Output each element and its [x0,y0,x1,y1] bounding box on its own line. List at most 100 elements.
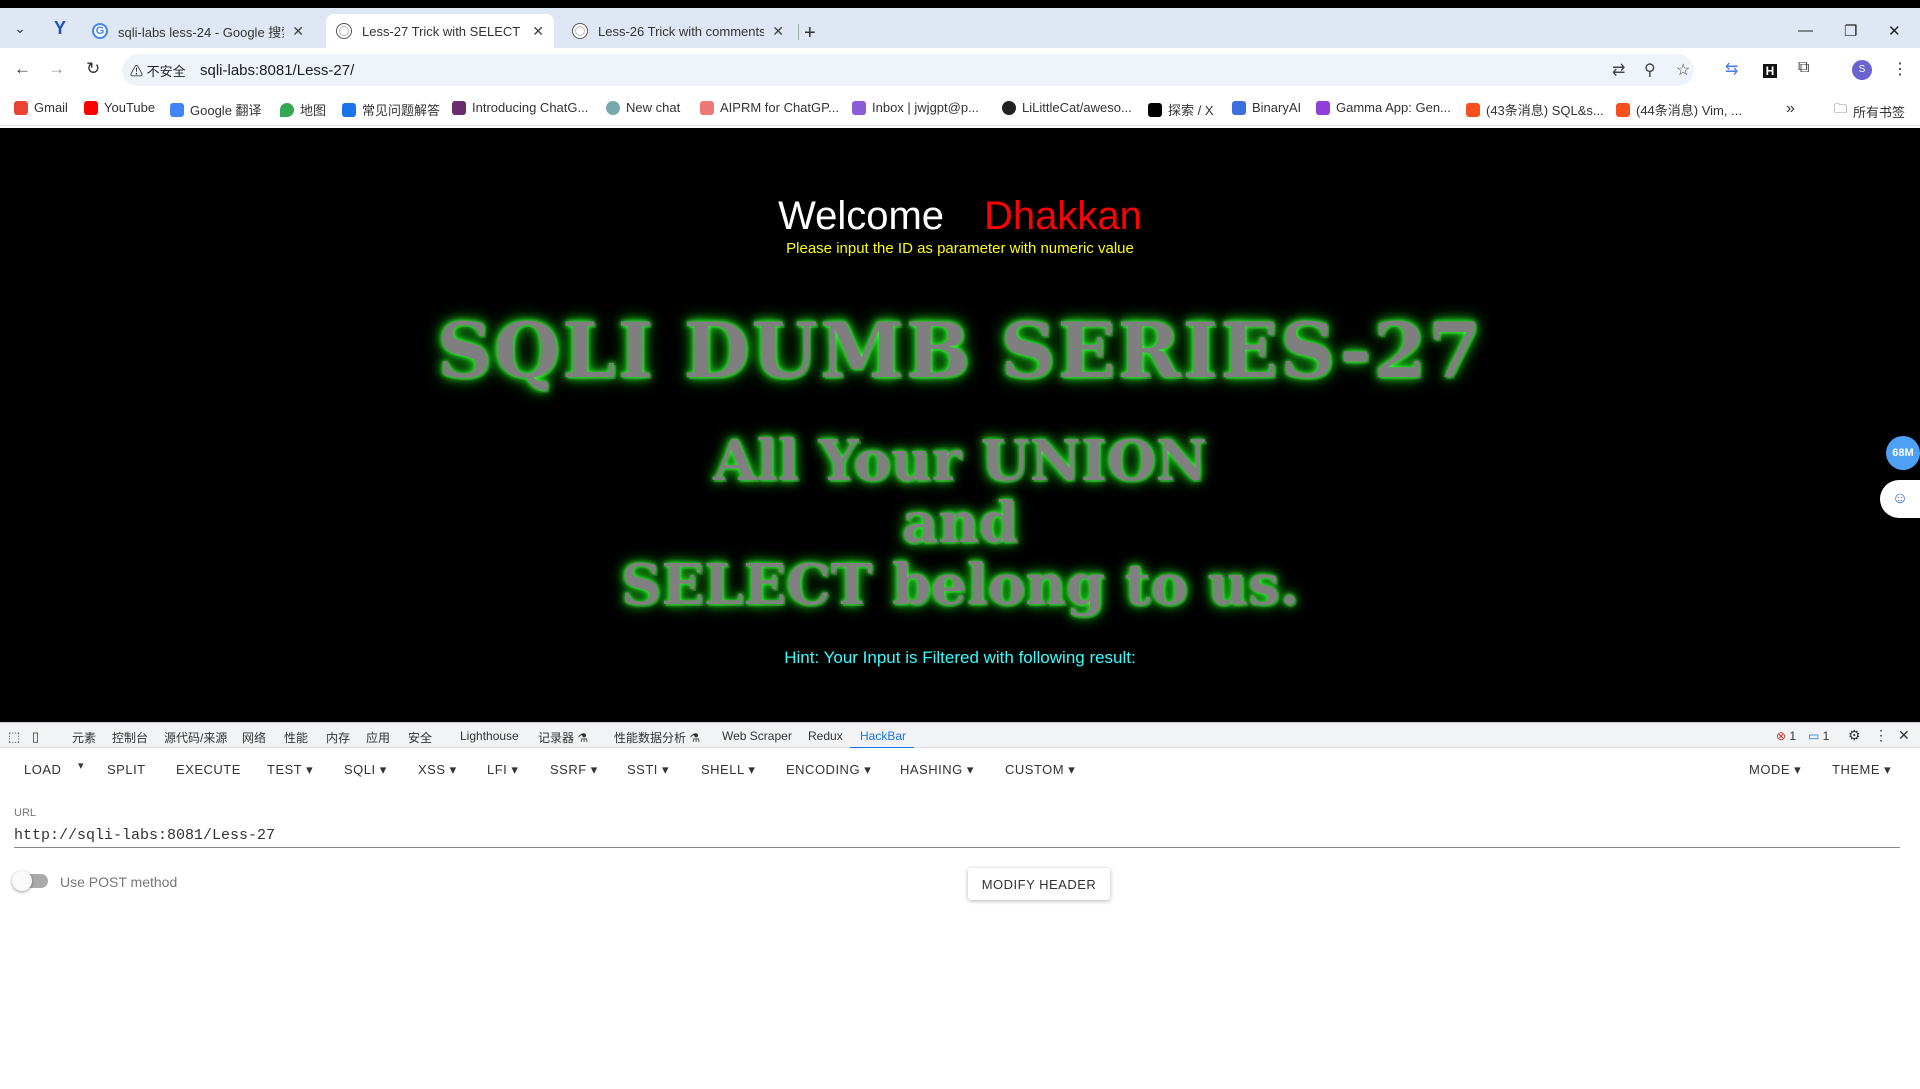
new-tab-icon[interactable]: + [804,22,816,45]
ssti-menu[interactable]: SSTI ▾ [627,762,669,778]
tab-google-search[interactable]: G sqli-labs less-24 - Google 搜索 ✕ [82,14,314,48]
shell-menu[interactable]: SHELL ▾ [701,762,755,778]
bookmark-item[interactable]: LiLittleCat/aweso... [1002,100,1132,115]
post-method-toggle[interactable] [12,871,48,891]
device-toolbar-icon[interactable]: ▯ [32,729,39,745]
message-icon[interactable]: ▭ 1 [1808,729,1829,743]
load-dropdown-icon[interactable]: ▾ [78,759,84,772]
close-tab-icon[interactable]: ✕ [532,23,544,40]
bookmark-item[interactable]: AIPRM for ChatGP... [700,100,839,115]
zoom-icon[interactable]: ⚲ [1644,60,1656,80]
devtools-tab[interactable]: Web Scraper [722,729,792,743]
devtools-tab[interactable]: 性能数据分析 ⚗ [614,729,700,746]
devtools-tab[interactable]: 元素 [72,729,96,746]
extension-h-icon[interactable]: H [1763,64,1777,78]
caret-down-icon: ▾ [449,762,457,777]
devtools-tab[interactable]: Lighthouse [460,729,519,743]
devtools-tab[interactable]: 性能 [284,729,308,746]
hashing-menu[interactable]: HASHING ▾ [900,762,974,778]
translate-icon[interactable]: ⇄ [1612,60,1625,80]
ssrf-menu[interactable]: SSRF ▾ [550,762,598,778]
url-field[interactable] [14,824,1900,848]
close-devtools-icon[interactable]: ✕ [1898,727,1910,744]
github-icon [1002,100,1016,115]
translate-extension-icon[interactable]: ⇆ [1725,59,1738,79]
bookmark-item[interactable]: Gamma App: Gen... [1316,100,1451,115]
series-title: SQLI DUMB SERIES-27 [437,306,1483,395]
menu-label: SSRF [550,762,587,777]
bookmark-item[interactable]: (44条消息) Vim, ... [1616,100,1742,119]
menu-kebab-icon[interactable]: ⋮ [1892,59,1908,79]
restore-icon[interactable]: ❐ [1844,22,1857,40]
bookmark-item[interactable]: (43条消息) SQL&s... [1466,100,1604,119]
settings-gear-icon[interactable]: ⚙ [1848,727,1861,744]
devtools-tab[interactable]: 源代码/来源 [164,729,227,746]
bookmark-item[interactable]: 探索 / X [1148,100,1214,119]
devtools-tab[interactable]: 安全 [408,729,432,746]
caret-down-icon: ▾ [511,762,519,777]
test-menu[interactable]: TEST ▾ [267,762,313,778]
sqli-menu[interactable]: SQLI ▾ [344,762,387,778]
extensions-puzzle-icon[interactable]: ⧉ [1798,59,1809,77]
assistant-chat-icon[interactable]: ☺ [1880,480,1920,518]
execute-button[interactable]: EXECUTE [176,762,241,777]
menu-label: CUSTOM [1005,762,1065,777]
error-icon[interactable]: ⊗ 1 [1776,729,1796,743]
menu-label: SSTI [627,762,658,777]
split-button[interactable]: SPLIT [107,762,146,777]
custom-menu[interactable]: CUSTOM ▾ [1005,762,1075,778]
modify-header-button[interactable]: MODIFY HEADER [968,868,1110,900]
devtools-tab[interactable]: 控制台 [112,729,148,746]
close-tab-icon[interactable]: ✕ [292,23,304,40]
bookmark-item[interactable]: Introducing ChatG... [452,100,588,115]
bookmark-star-icon[interactable]: ☆ [1676,60,1690,80]
bookmark-item[interactable]: 地图 [280,100,326,119]
devtools-tab[interactable]: 记录器 ⚗ [538,729,588,746]
bookmark-label: BinaryAI [1252,100,1302,115]
csdn-icon [1466,102,1480,117]
pinned-extension-tab[interactable]: Y [48,16,72,40]
bookmark-item[interactable]: New chat [606,100,680,115]
openai-icon [606,100,620,115]
back-icon[interactable]: ← [14,59,31,79]
inspect-element-icon[interactable]: ⬚ [8,729,20,745]
bookmark-item[interactable]: 常见问题解答 [342,100,440,119]
all-bookmarks-folder[interactable]: 🗀 所有书签 [1834,100,1905,122]
devtools-menu-icon[interactable]: ⋮ [1874,727,1888,744]
encoding-menu[interactable]: ENCODING ▾ [786,762,871,778]
devtools-tab[interactable]: 内存 [326,729,350,746]
bookmark-label: New chat [626,100,681,115]
address-bar[interactable]: ⚠ 不安全 sqli-labs:8081/Less-27/ [122,54,1694,86]
bookmark-item[interactable]: BinaryAI [1232,100,1301,115]
devtools-tab[interactable]: Redux [808,729,843,743]
forward-icon[interactable]: → [48,59,65,79]
tab-search-button[interactable]: ⌄ [8,16,32,40]
xss-menu[interactable]: XSS ▾ [418,762,457,778]
tab-title: sqli-labs less-24 - Google 搜索 [118,24,285,40]
devtools-tab-hackbar[interactable]: HackBar [860,729,906,743]
caret-down-icon: ▾ [748,762,756,777]
theme-menu[interactable]: THEME ▾ [1832,762,1891,778]
profile-avatar[interactable]: S [1852,60,1872,80]
bookmark-item[interactable]: YouTube [84,100,155,115]
minimize-icon[interactable]: — [1798,22,1813,39]
lfi-menu[interactable]: LFI ▾ [487,762,518,778]
tab-less-27[interactable]: Less-27 Trick with SELECT & UNION ✕ [326,14,554,48]
close-tab-icon[interactable]: ✕ [772,23,784,40]
bookmark-item[interactable]: Google 翻译 [170,100,262,119]
motto-line-3: SELECT belong to us. [620,552,1300,618]
bookmark-label: 所有书签 [1853,104,1906,120]
load-button[interactable]: LOAD [24,762,61,777]
devtools-tab[interactable]: 网络 [242,729,266,746]
reload-icon[interactable]: ↻ [86,59,100,79]
close-window-icon[interactable]: ✕ [1888,22,1901,40]
devtools-tab[interactable]: 应用 [366,729,390,746]
security-warning[interactable]: ⚠ 不安全 [130,61,186,80]
mode-menu[interactable]: MODE ▾ [1749,762,1801,778]
bookmark-item[interactable]: Gmail [14,100,68,115]
bookmark-label: Inbox | jwjgpt@p... [872,100,979,115]
memory-badge[interactable]: 68M [1886,436,1920,470]
bookmark-item[interactable]: Inbox | jwjgpt@p... [852,100,979,115]
tab-less-26[interactable]: Less-26 Trick with comments ✕ [562,14,794,48]
more-bookmarks-icon[interactable]: » [1786,100,1795,118]
